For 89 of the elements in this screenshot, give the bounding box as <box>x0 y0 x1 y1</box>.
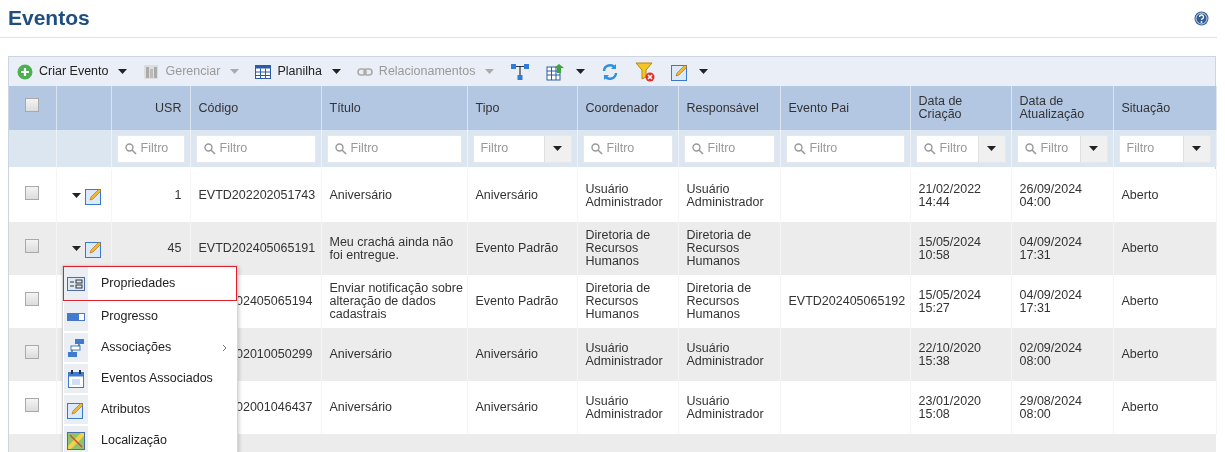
edit-icon <box>671 62 690 81</box>
menu-item[interactable]: Eventos Associados <box>63 363 237 394</box>
status-cell: Aberto <box>1121 400 1159 414</box>
updated-date-cell: 26/09/2024 04:00 <box>1019 181 1083 209</box>
progress-bar-icon <box>67 312 85 321</box>
type-cell: Evento Padrão <box>475 294 559 308</box>
card-icon <box>67 276 85 291</box>
menu-item[interactable]: Progresso <box>63 301 237 332</box>
updated-date-cell: 29/08/2024 08:00 <box>1019 393 1083 421</box>
dropdown-button[interactable] <box>977 135 1005 162</box>
map-icon <box>67 431 85 450</box>
usr-cell: 45 <box>167 241 182 255</box>
created-date-cell: 15/05/2024 15:27 <box>918 287 982 315</box>
updated-date-cell: 04/09/2024 17:31 <box>1019 287 1083 315</box>
caret-icon <box>1089 146 1098 151</box>
type-cell: Aniversário <box>475 188 539 202</box>
parent-event-cell: EVTD202405065192 <box>788 294 906 308</box>
updated-date-cell: 04/09/2024 17:31 <box>1019 234 1083 262</box>
caret-icon <box>553 146 562 151</box>
columns-icon <box>143 63 160 80</box>
coordinator-cell: Usuário Administrador <box>585 181 663 209</box>
responsible-cell: Usuário Administrador <box>686 181 764 209</box>
menu-item[interactable]: Localização <box>63 425 237 452</box>
status-cell: Aberto <box>1121 294 1159 308</box>
checkbox[interactable] <box>25 291 40 306</box>
coordinator-cell: Usuário Administrador <box>585 340 663 368</box>
dropdown-button[interactable] <box>1182 135 1210 162</box>
clear-filter-icon <box>635 61 656 82</box>
title-cell: Meu crachá ainda não foi entregue. <box>329 234 454 262</box>
code-cell: 02010050299 <box>236 347 313 361</box>
coordinator-cell: Diretoria de Recursos Humanos <box>585 281 651 321</box>
checkbox[interactable] <box>25 397 40 412</box>
created-date-cell: 22/10/2020 15:38 <box>918 340 982 368</box>
plus-icon <box>17 63 33 80</box>
menu-item[interactable]: Associações <box>63 332 237 363</box>
checkbox[interactable] <box>25 185 40 200</box>
row-actions-button[interactable] <box>71 186 103 205</box>
responsible-cell: Usuário Administrador <box>686 393 764 421</box>
dropdown-button[interactable] <box>1079 135 1107 162</box>
edit-icon <box>84 239 103 258</box>
row-actions-button[interactable] <box>71 239 103 258</box>
caret-icon <box>987 146 996 151</box>
menu-item[interactable]: Atributos <box>63 394 237 425</box>
code-cell: EVTD202202051743 <box>198 188 316 202</box>
created-date-cell: 21/02/2022 14:44 <box>918 181 982 209</box>
refresh-icon <box>601 62 620 81</box>
title-cell: Aniversário <box>329 347 393 361</box>
calendar-icon <box>68 369 84 388</box>
checkbox[interactable] <box>25 98 40 113</box>
toolbar-icon-button[interactable] <box>671 62 709 81</box>
created-date-cell: 23/01/2020 15:08 <box>918 393 982 421</box>
responsible-cell: Diretoria de Recursos Humanos <box>686 281 752 321</box>
title-cell: Aniversário <box>329 400 393 414</box>
status-cell: Aberto <box>1121 241 1159 255</box>
table-icon <box>255 64 272 79</box>
menu-item[interactable]: Propriedades <box>63 266 237 301</box>
toolbar-icon-button[interactable] <box>546 62 586 81</box>
title-cell: Enviar notificação sobre alteração de dados cadastrais <box>329 281 463 321</box>
type-cell: Evento Padrão <box>475 241 559 255</box>
title-cell: Aniversário <box>329 188 393 202</box>
responsible-cell: Diretoria de Recursos Humanos <box>686 228 752 268</box>
created-date-cell: 15/05/2024 10:58 <box>918 234 982 262</box>
type-cell: Aniversário <box>475 347 539 361</box>
code-cell: 02405065194 <box>236 294 313 308</box>
link-icon <box>356 66 373 77</box>
help-icon[interactable] <box>1194 10 1209 26</box>
caret-icon <box>71 193 81 198</box>
checkbox[interactable] <box>25 238 40 253</box>
caret-icon <box>71 246 81 251</box>
edit-icon <box>67 400 85 419</box>
toolbar-button[interactable]: Criar Evento <box>17 62 128 81</box>
coordinator-cell: Usuário Administrador <box>585 393 663 421</box>
status-cell: Aberto <box>1121 347 1159 361</box>
responsible-cell: Usuário Administrador <box>686 340 764 368</box>
page-title: Eventos <box>8 5 90 31</box>
code-cell: EVTD202405065191 <box>198 241 316 255</box>
edit-icon <box>84 186 103 205</box>
code-cell: 02001046437 <box>236 400 313 414</box>
toolbar-button[interactable]: Planilha <box>255 62 341 81</box>
hierarchy-icon <box>510 62 531 81</box>
updated-date-cell: 02/09/2024 08:00 <box>1019 340 1083 368</box>
coordinator-cell: Diretoria de Recursos Humanos <box>585 228 651 268</box>
checkbox[interactable] <box>25 344 40 359</box>
dropdown-button[interactable] <box>543 135 571 162</box>
caret-icon <box>1192 146 1201 151</box>
type-cell: Aniversário <box>475 400 539 414</box>
linked-boxes-icon <box>67 337 85 358</box>
status-cell: Aberto <box>1121 188 1159 202</box>
usr-cell: 1 <box>174 188 182 202</box>
